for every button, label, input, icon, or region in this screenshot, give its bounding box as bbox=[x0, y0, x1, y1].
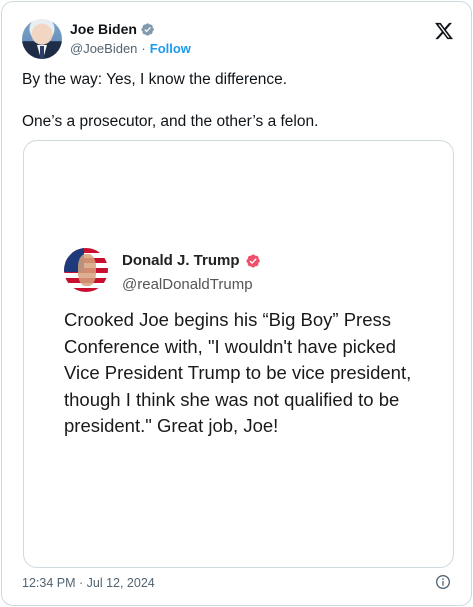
verified-badge-icon bbox=[245, 253, 260, 268]
author-name-row: Joe Biden bbox=[70, 21, 155, 37]
quoted-author-name-row: Donald J. Trump bbox=[122, 252, 261, 269]
post-card: Joe Biden @JoeBiden · Follow By the way:… bbox=[1, 1, 472, 606]
quoted-post-image[interactable]: Donald J. Trump @realDonaldTrump Crooked… bbox=[23, 140, 454, 568]
verified-badge-icon bbox=[141, 22, 154, 36]
quoted-author-name: Donald J. Trump bbox=[122, 252, 240, 269]
x-logo-icon[interactable] bbox=[434, 21, 454, 41]
author-avatar[interactable] bbox=[22, 19, 62, 59]
post-header: Joe Biden @JoeBiden · Follow bbox=[22, 19, 454, 61]
quoted-author-handle: @realDonaldTrump bbox=[122, 276, 253, 293]
follow-button[interactable]: Follow bbox=[150, 41, 191, 56]
avatar-face bbox=[78, 254, 96, 286]
author-handle[interactable]: @JoeBiden bbox=[70, 41, 137, 56]
author-handle-row: @JoeBiden · Follow bbox=[70, 41, 191, 56]
post-text-line-2: One’s a prosecutor, and the other’s a fe… bbox=[22, 113, 319, 130]
quoted-post-text: Crooked Joe begins his “Big Boy” Press C… bbox=[64, 309, 412, 436]
post-text-line-1: By the way: Yes, I know the difference. bbox=[22, 71, 288, 88]
avatar-tie bbox=[40, 46, 44, 59]
post-timestamp[interactable]: 12:34 PM · Jul 12, 2024 bbox=[22, 576, 155, 590]
author-name[interactable]: Joe Biden bbox=[70, 21, 137, 37]
info-icon[interactable] bbox=[435, 574, 451, 590]
quoted-author-avatar bbox=[64, 248, 108, 292]
handle-separator: · bbox=[141, 41, 146, 56]
